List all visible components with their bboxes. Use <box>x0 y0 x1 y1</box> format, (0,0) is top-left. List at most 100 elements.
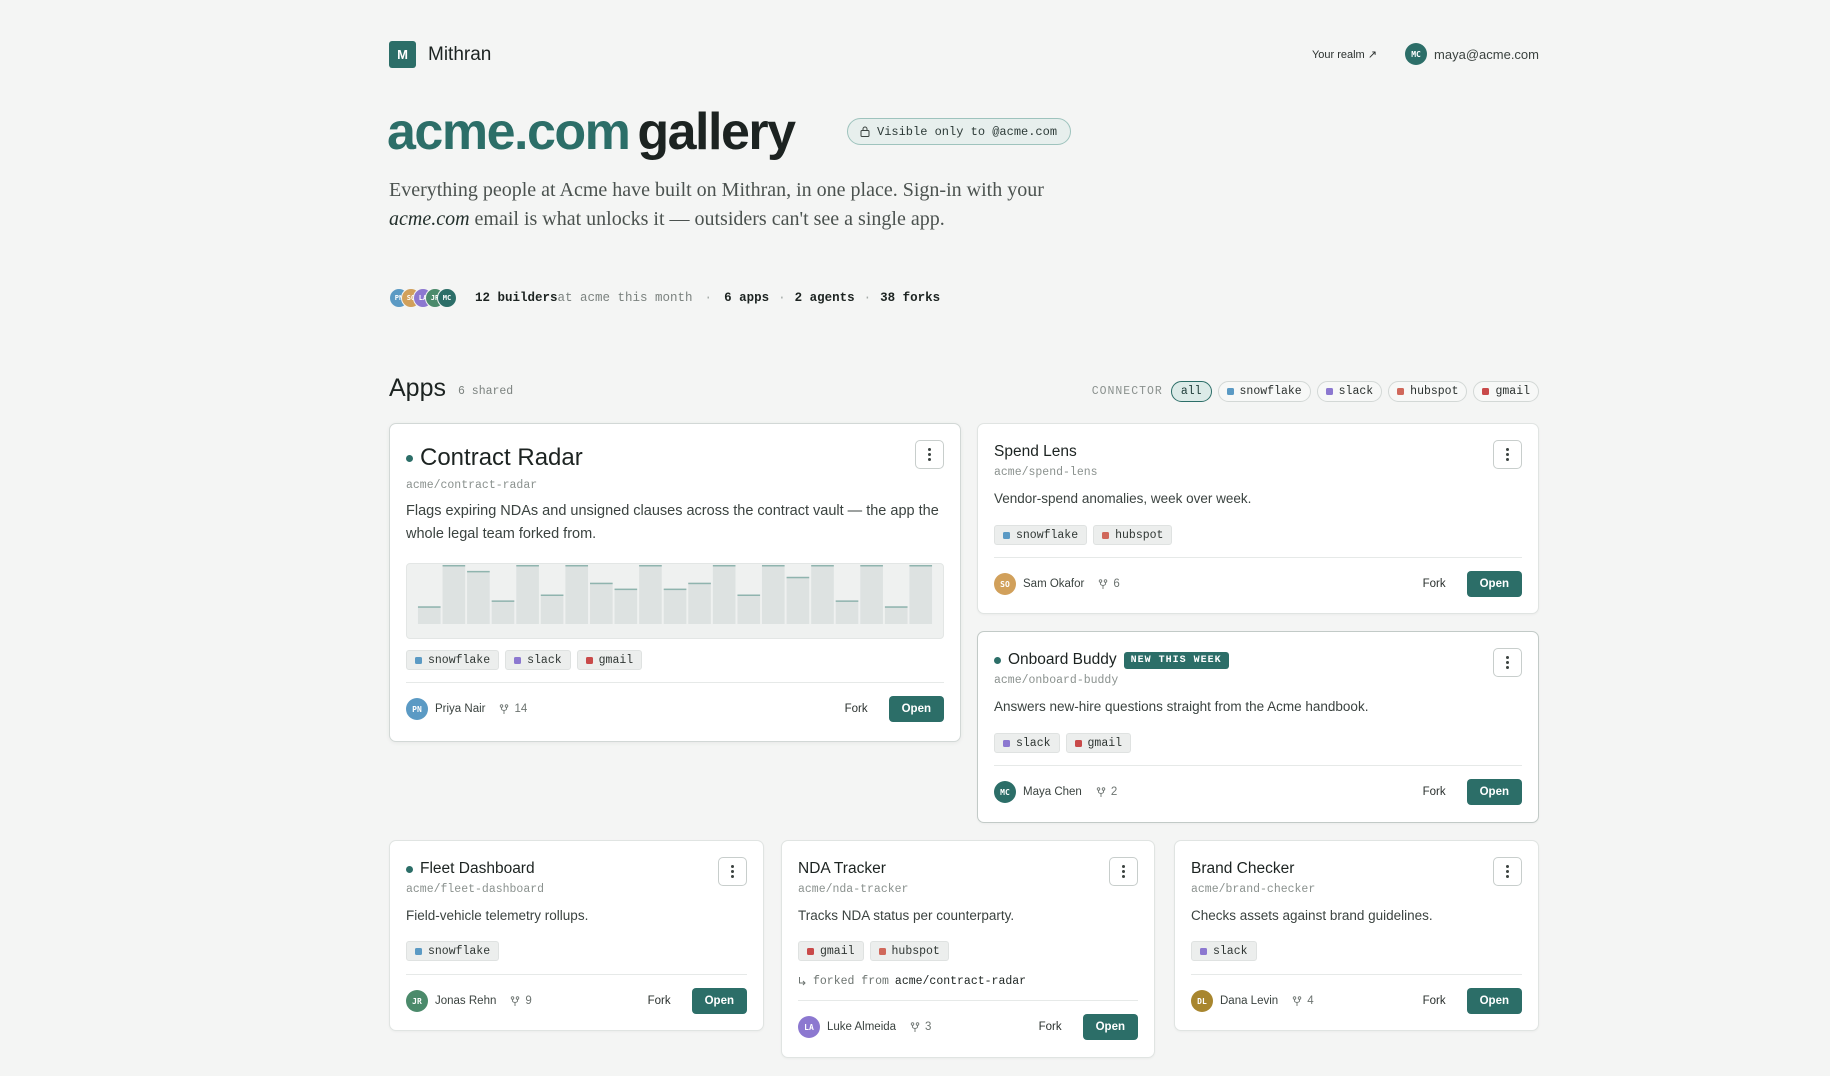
author-name[interactable]: Dana Levin <box>1220 995 1278 1007</box>
author-avatar[interactable]: MC <box>994 781 1016 803</box>
app-name[interactable]: Spend Lens <box>994 443 1077 461</box>
fork-count-value: 3 <box>925 1021 932 1033</box>
your-realm-link[interactable]: Your realm ↗ <box>1312 48 1377 61</box>
connector-tag-snowflake[interactable]: snowflake <box>994 525 1088 545</box>
card-footer: LA Luke Almeida 3 Fork Open <box>798 1014 1138 1040</box>
app-name[interactable]: Onboard Buddy <box>1008 651 1117 669</box>
divider <box>406 682 944 683</box>
open-button[interactable]: Open <box>1466 571 1522 597</box>
user-avatar[interactable]: MC <box>1405 43 1428 65</box>
author-avatar[interactable]: LA <box>798 1016 820 1038</box>
author-name[interactable]: Maya Chen <box>1023 786 1082 798</box>
card-footer: DL Dana Levin 4 Fork Open <box>1191 988 1522 1014</box>
more-options-icon[interactable] <box>1109 857 1138 886</box>
fork-icon <box>910 1021 920 1033</box>
app-card[interactable]: NDA Tracker acme/nda-tracker Tracks NDA st… <box>781 840 1155 1058</box>
connector-tag-hubspot[interactable]: hubspot <box>869 941 949 961</box>
open-button[interactable]: Open <box>1466 779 1522 805</box>
fork-button[interactable]: Fork <box>1423 578 1446 590</box>
filter-chip-snowflake[interactable]: snowflake <box>1217 381 1311 402</box>
fork-button[interactable]: Fork <box>1423 995 1446 1007</box>
agents-count: 2 agents <box>794 291 855 305</box>
app-name[interactable]: Fleet Dashboard <box>420 860 535 878</box>
card-title: Contract Radar <box>406 444 583 472</box>
open-button[interactable]: Open <box>1082 1014 1138 1040</box>
activity-bar <box>491 600 515 624</box>
connector-filter: CONNECTOR all snowflake slack hubspot gmail <box>1092 381 1539 402</box>
forked-from-link[interactable]: acme/contract-radar <box>895 975 1026 988</box>
fork-count-value: 9 <box>525 995 532 1007</box>
app-name[interactable]: NDA Tracker <box>798 860 886 878</box>
connector-tag-gmail[interactable]: gmail <box>1065 733 1132 753</box>
more-options-icon[interactable] <box>718 857 747 886</box>
open-button[interactable]: Open <box>888 696 944 722</box>
author-avatar[interactable]: PN <box>406 698 428 720</box>
author-avatar[interactable]: JR <box>406 990 428 1012</box>
filter-chip-gmail[interactable]: gmail <box>1473 381 1539 402</box>
fork-button[interactable]: Fork <box>1423 786 1446 798</box>
app-card[interactable]: Brand Checker acme/brand-checker Checks as… <box>1174 840 1539 1031</box>
connector-tag-hubspot[interactable]: hubspot <box>1093 525 1173 545</box>
fork-count-value: 6 <box>1113 578 1120 590</box>
author-avatar[interactable]: DL <box>1191 990 1213 1012</box>
connector-color-icon <box>415 947 422 955</box>
fork-count: 9 <box>510 995 532 1007</box>
activity-bar <box>811 565 834 624</box>
connector-tag-label: gmail <box>820 944 855 958</box>
author-name[interactable]: Luke Almeida <box>827 1021 896 1033</box>
user-menu[interactable]: MC maya@acme.com <box>1405 43 1539 65</box>
more-options-icon[interactable] <box>915 440 944 469</box>
connector-tag-slack[interactable]: slack <box>505 650 571 670</box>
app-name[interactable]: Contract Radar <box>420 444 583 472</box>
filter-chip-slack[interactable]: slack <box>1316 381 1383 402</box>
connector-tag-gmail[interactable]: gmail <box>798 941 864 961</box>
card-footer: JR Jonas Rehn 9 Fork Open <box>406 988 747 1014</box>
filter-chip-hubspot[interactable]: hubspot <box>1388 381 1468 402</box>
connector-tag-snowflake[interactable]: snowflake <box>406 650 500 670</box>
activity-bar-cap <box>835 600 859 602</box>
app-slug: acme/nda-tracker <box>798 883 909 896</box>
builder-avatar[interactable]: MC <box>437 288 457 308</box>
activity-bar-cap <box>737 594 761 596</box>
logo-icon[interactable]: M <box>389 41 416 68</box>
activity-bar <box>884 606 908 624</box>
app-description: Answers new-hire questions straight from… <box>994 699 1369 714</box>
app-name[interactable]: Brand Checker <box>1191 860 1294 878</box>
more-options-icon[interactable] <box>1493 648 1522 677</box>
open-button[interactable]: Open <box>691 988 747 1014</box>
connector-color-icon <box>1200 947 1207 955</box>
connector-tag-slack[interactable]: slack <box>994 733 1060 753</box>
activity-bar-cap <box>467 570 490 573</box>
open-button[interactable]: Open <box>1466 988 1522 1014</box>
fork-button[interactable]: Fork <box>648 995 671 1007</box>
connector-tags: snowflake slack gmail <box>406 650 643 670</box>
activity-sparkline <box>406 563 944 639</box>
brand-name[interactable]: Mithran <box>428 44 491 66</box>
connector-tag-gmail[interactable]: gmail <box>576 650 643 670</box>
author-name[interactable]: Jonas Rehn <box>435 995 496 1007</box>
app-slug: acme/contract-radar <box>406 479 538 492</box>
fork-icon <box>499 703 509 715</box>
author-name[interactable]: Sam Okafor <box>1023 578 1084 590</box>
builder-avatar-stack[interactable]: PN SO LA JR MC <box>389 288 457 308</box>
activity-bar <box>835 600 859 624</box>
connector-color-icon <box>1325 388 1333 395</box>
app-card[interactable]: Fleet Dashboard acme/fleet-dashboard Field… <box>389 840 764 1031</box>
more-options-icon[interactable] <box>1493 857 1522 886</box>
fork-count: 6 <box>1098 578 1120 590</box>
author-avatar[interactable]: SO <box>994 573 1016 595</box>
connector-tag-slack[interactable]: slack <box>1191 941 1257 961</box>
more-options-icon[interactable] <box>1493 440 1522 469</box>
app-card[interactable]: Spend Lens acme/spend-lens Vendor-spend an… <box>977 423 1539 614</box>
fork-button[interactable]: Fork <box>845 703 868 715</box>
app-slug: acme/fleet-dashboard <box>406 883 545 896</box>
fork-button[interactable]: Fork <box>1039 1021 1062 1033</box>
app-card[interactable]: Contract Radar acme/contract-radar Flags e… <box>389 423 961 742</box>
connector-tag-snowflake[interactable]: snowflake <box>406 941 500 961</box>
author-name[interactable]: Priya Nair <box>435 703 485 715</box>
activity-bar-cap <box>516 565 539 567</box>
filter-chip-all[interactable]: all <box>1170 381 1212 402</box>
app-card[interactable]: Onboard Buddy NEW THIS WEEK acme/onboard-b… <box>977 631 1539 823</box>
card-title: Brand Checker <box>1191 860 1294 878</box>
connector-tags: slack gmail <box>994 733 1132 753</box>
